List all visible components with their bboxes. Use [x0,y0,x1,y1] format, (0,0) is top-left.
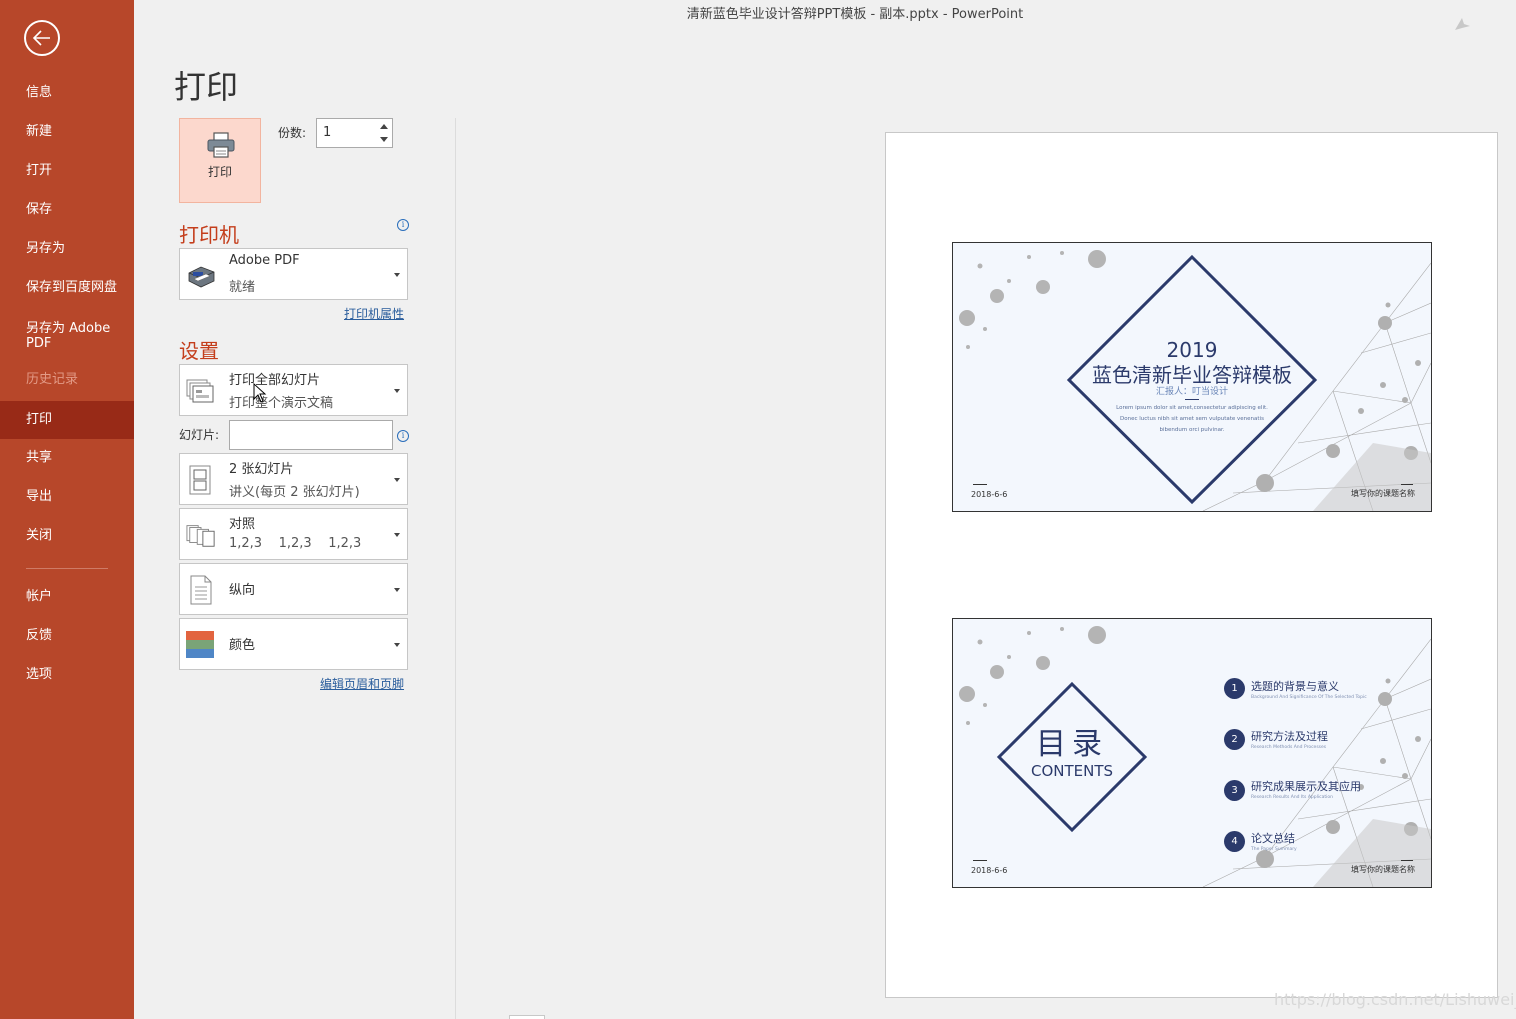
orientation-select[interactable]: 纵向 [179,563,408,615]
settings-heading: 设置 [179,339,219,363]
watermark: https://blog.csdn.net/Lishuwei_JJ [1274,990,1516,1009]
sidebar-item-save-as[interactable]: 另存为 [0,230,134,268]
toc-item-title: 论文总结 [1251,832,1295,845]
printer-name: Adobe PDF [229,253,300,268]
bird-icon [1452,14,1472,39]
page-title: 打印 [174,68,239,106]
spin-down-icon[interactable] [380,137,388,142]
chevron-down-icon [394,588,400,592]
slides-stack-icon [186,379,214,403]
slide1-reporter: 汇报人：叮当设计 [1155,387,1228,397]
chevron-down-icon [394,478,400,482]
collate-select[interactable]: 对照 1,2,3 1,2,3 1,2,3 [179,508,408,560]
printer-select[interactable]: Adobe PDF 就绪 [179,248,408,300]
edit-header-footer-link[interactable]: 编辑页眉和页脚 [320,675,404,692]
print-range-title: 打印全部幻灯片 [229,373,321,388]
collate-subtitle: 1,2,3 1,2,3 1,2,3 [229,536,362,551]
info-icon[interactable]: i [397,430,409,442]
back-arrow-icon[interactable] [24,20,60,56]
window-title: 清新蓝色毕业设计答辩PPT模板 - 副本.pptx - PowerPoint [686,7,1024,22]
sidebar-item-save-as-pdf[interactable]: 另存为 Adobe PDF [0,316,134,356]
copies-value[interactable]: 1 [323,125,331,140]
printer-icon [207,132,235,158]
copies-label: 份数: [278,126,307,140]
chevron-down-icon [394,389,400,393]
sidebar-item-new[interactable]: 新建 [0,113,134,151]
info-icon[interactable]: i [397,219,409,231]
slide1-dash-left [973,484,987,485]
pane-divider [455,118,456,1019]
portrait-page-icon [190,575,212,605]
slide1-divider [1185,399,1199,400]
backstage-sidebar: 信息 新建 打开 保存 另存为 保存到百度网盘 另存为 Adobe PDF 历史… [0,0,134,1019]
layout-subtitle: 讲义(每页 2 张幻灯片) [229,485,360,500]
slide2-contents-label: CONTENTS [1030,762,1114,780]
sidebar-item-save[interactable]: 保存 [0,191,134,229]
toc-item-title: 研究成果展示及其应用 [1251,780,1361,793]
handout-layout-icon [189,465,211,495]
sidebar-item-feedback[interactable]: 反馈 [0,617,134,655]
toc-item-subtitle: Background And Significance Of The Selec… [1251,695,1367,700]
sidebar-divider [26,568,108,569]
preview-slide-1: 2019 蓝色清新毕业答辩模板 汇报人：叮当设计 Lorem ipsum dol… [952,242,1432,512]
print-range-subtitle: 打印整个演示文稿 [229,396,334,411]
print-button[interactable]: 打印 [179,118,261,203]
toc-number-badge: 3 [1224,780,1245,801]
sidebar-item-print[interactable]: 打印 [0,401,134,439]
layout-title: 2 张幻灯片 [229,462,294,477]
slide1-date: 2018-6-6 [971,490,1008,499]
toc-item-subtitle: The Paper Summary [1251,847,1297,852]
sidebar-item-options[interactable]: 选项 [0,656,134,694]
chevron-down-icon [394,533,400,537]
pdf-printer-icon [188,266,215,288]
layout-select[interactable]: 2 张幻灯片 讲义(每页 2 张幻灯片) [179,453,408,505]
sidebar-item-share[interactable]: 共享 [0,439,134,477]
printer-heading: 打印机 [179,223,239,247]
toc-item-subtitle: Research Methods And Processes [1251,745,1327,750]
toc-item-subtitle: Research Results And Its Application [1251,795,1333,800]
orientation-value: 纵向 [229,583,256,598]
slide2-author: 填写你的课题名称 [1351,865,1415,874]
toc-item-title: 选题的背景与意义 [1251,680,1339,693]
chevron-down-icon [394,273,400,277]
slide2-date: 2018-6-6 [971,866,1008,875]
page-nav-tab[interactable] [509,1015,545,1019]
collate-title: 对照 [229,517,256,532]
chevron-down-icon [394,643,400,647]
sidebar-item-close[interactable]: 关闭 [0,517,134,555]
mouse-cursor-icon [253,383,267,403]
slide2-toc-title: 目录 [1036,727,1108,762]
toc-number-badge: 4 [1224,831,1245,852]
slide1-dash-right [1401,484,1413,485]
sidebar-item-export[interactable]: 导出 [0,478,134,516]
sidebar-item-account[interactable]: 帐户 [0,578,134,616]
color-swatch-icon [186,631,214,658]
sidebar-item-open[interactable]: 打开 [0,152,134,190]
sidebar-item-info[interactable]: 信息 [0,74,134,112]
copies-stepper[interactable]: 1 [316,118,393,148]
slide1-body: Lorem ipsum dolor sit amet,consectetur a… [1116,405,1268,433]
slides-input[interactable] [229,420,393,450]
collate-icon [186,525,215,547]
color-value: 颜色 [229,638,256,653]
toc-number-badge: 2 [1224,729,1245,750]
slides-label: 幻灯片: [179,428,220,442]
slide2-dash-left [973,860,987,861]
toc-item-title: 研究方法及过程 [1251,730,1328,743]
printer-status: 就绪 [229,280,256,295]
printer-properties-link[interactable]: 打印机属性 [344,305,404,322]
toc-number-badge: 1 [1224,678,1245,699]
color-select[interactable]: 颜色 [179,618,408,670]
slide2-dash-right [1401,860,1413,861]
sidebar-item-save-to-baidu[interactable]: 保存到百度网盘 [0,269,134,307]
print-range-select[interactable]: 打印全部幻灯片 打印整个演示文稿 [179,364,408,416]
spin-up-icon[interactable] [380,124,388,129]
slide1-author: 填写你的课题名称 [1351,489,1415,498]
print-button-label: 打印 [207,165,232,179]
preview-slide-2: 目录 CONTENTS 1 选题的背景与意义 Background And Si… [952,618,1432,888]
sidebar-item-history: 历史记录 [26,372,79,387]
